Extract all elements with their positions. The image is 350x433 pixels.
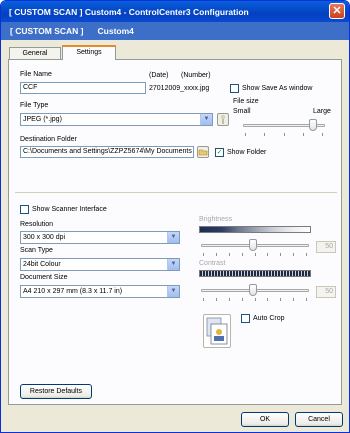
tab-general-label: General bbox=[22, 50, 48, 57]
show-save-as-label: Show Save As window bbox=[242, 85, 313, 92]
ok-button[interactable]: OK bbox=[241, 412, 289, 427]
show-save-as-checkbox[interactable]: Show Save As window bbox=[230, 84, 312, 93]
destination-folder-label: Destination Folder bbox=[20, 136, 77, 143]
contrast-value[interactable]: 50 bbox=[316, 286, 336, 298]
title-bar: [ CUSTOM SCAN ] Custom4 - ControlCenter3… bbox=[1, 1, 349, 22]
auto-crop-checkbox[interactable]: Auto Crop bbox=[241, 314, 285, 323]
contrast-label: Contrast bbox=[199, 260, 226, 267]
file-type-select[interactable]: JPEG (*.jpg) ▼ bbox=[20, 113, 213, 126]
tab-settings-label: Settings bbox=[76, 49, 102, 56]
file-size-large-label: Large bbox=[313, 108, 331, 115]
file-size-label: File size bbox=[233, 98, 259, 105]
help-icon bbox=[220, 114, 226, 124]
file-size-small-label: Small bbox=[233, 108, 251, 115]
brightness-label: Brightness bbox=[199, 216, 233, 223]
configuration-window: [ CUSTOM SCAN ] Custom4 - ControlCenter3… bbox=[0, 0, 350, 433]
date-label: (Date) bbox=[149, 72, 169, 79]
file-type-info-button[interactable] bbox=[217, 113, 229, 126]
cancel-button[interactable]: Cancel bbox=[295, 412, 343, 427]
file-name-example: 27012009_xxxx.jpg bbox=[149, 85, 210, 92]
close-button[interactable]: ✕ bbox=[329, 3, 345, 19]
file-size-slider-thumb[interactable] bbox=[309, 119, 317, 131]
header-band: [ CUSTOM SCAN ] Custom4 bbox=[1, 22, 349, 40]
show-folder-checkbox[interactable]: ✓ Show Folder bbox=[215, 148, 266, 157]
file-name-label: File Name bbox=[20, 71, 52, 78]
section-divider bbox=[15, 192, 337, 193]
contrast-pattern bbox=[199, 270, 311, 277]
file-size-ticks bbox=[245, 133, 323, 136]
document-scan-icon bbox=[206, 317, 228, 345]
document-size-select[interactable]: A4 210 x 297 mm (8.3 x 11.7 in) ▼ bbox=[20, 285, 180, 298]
resolution-value: 300 x 300 dpi bbox=[23, 234, 66, 241]
brightness-slider-thumb[interactable] bbox=[249, 239, 257, 251]
auto-crop-label: Auto Crop bbox=[253, 315, 285, 322]
brightness-ticks bbox=[203, 253, 307, 256]
file-type-label: File Type bbox=[20, 102, 49, 109]
show-scanner-interface-label: Show Scanner Interface bbox=[32, 206, 107, 213]
folder-icon bbox=[198, 149, 208, 156]
file-type-value: JPEG (*.jpg) bbox=[23, 116, 62, 123]
window-title: [ CUSTOM SCAN ] Custom4 - ControlCenter3… bbox=[9, 6, 249, 17]
scan-type-value: 24bit Colour bbox=[23, 261, 61, 268]
close-icon: ✕ bbox=[332, 5, 342, 17]
chevron-down-icon: ▼ bbox=[167, 286, 179, 297]
resolution-select[interactable]: 300 x 300 dpi ▼ bbox=[20, 231, 180, 244]
show-folder-label: Show Folder bbox=[227, 149, 267, 156]
contrast-ticks bbox=[203, 298, 307, 301]
show-folder-box: ✓ bbox=[215, 148, 224, 157]
chevron-down-icon: ▼ bbox=[200, 114, 212, 125]
auto-crop-preview bbox=[203, 314, 231, 348]
restore-defaults-button[interactable]: Restore Defaults bbox=[20, 384, 92, 399]
chevron-down-icon: ▼ bbox=[167, 232, 179, 243]
destination-folder-input[interactable]: C:\Documents and Settings\ZZPZ5674\My Do… bbox=[20, 146, 194, 158]
tab-settings[interactable]: Settings bbox=[62, 45, 116, 60]
header-scan-mode: [ CUSTOM SCAN ] bbox=[10, 26, 84, 36]
show-save-as-box bbox=[230, 84, 239, 93]
show-scanner-interface-checkbox[interactable]: Show Scanner Interface bbox=[20, 205, 107, 214]
document-size-value: A4 210 x 297 mm (8.3 x 11.7 in) bbox=[23, 288, 123, 295]
chevron-down-icon: ▼ bbox=[167, 259, 179, 270]
header-profile-name: Custom4 bbox=[97, 26, 134, 36]
resolution-label: Resolution bbox=[20, 221, 54, 228]
scan-type-select[interactable]: 24bit Colour ▼ bbox=[20, 258, 180, 271]
brightness-gradient bbox=[199, 226, 311, 233]
brightness-value[interactable]: 50 bbox=[316, 241, 336, 253]
contrast-slider-thumb[interactable] bbox=[249, 284, 257, 296]
settings-panel: File Name CCF (Date) (Number) 27012009_x… bbox=[8, 59, 342, 405]
document-size-label: Document Size bbox=[20, 274, 68, 281]
file-name-input[interactable]: CCF bbox=[20, 82, 146, 94]
browse-folder-button[interactable] bbox=[197, 146, 209, 158]
number-label: (Number) bbox=[181, 72, 211, 79]
scan-type-label: Scan Type bbox=[20, 247, 53, 254]
auto-crop-box bbox=[241, 314, 250, 323]
show-scanner-interface-box bbox=[20, 205, 29, 214]
